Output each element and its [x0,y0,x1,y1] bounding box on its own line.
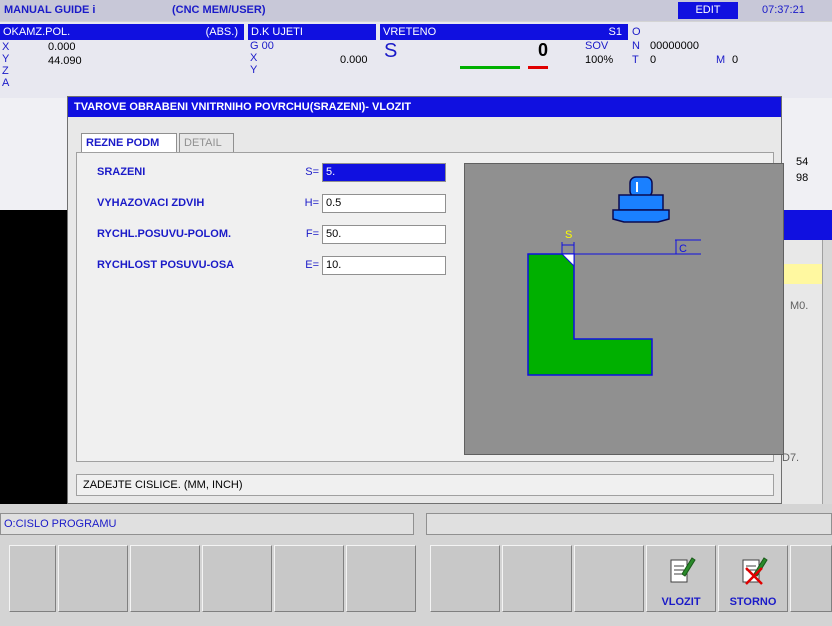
softkey-3[interactable] [130,545,200,612]
t-label: T [632,54,639,66]
left-panel-upper [0,98,67,210]
side-value-1: 54 [796,156,809,168]
program-number-status: O:CISLO PROGRAMU [0,513,414,535]
spindle-title: VRETENO [383,26,437,38]
softkey-6[interactable] [346,545,416,612]
softkey-7[interactable] [430,545,500,612]
distance-x-value: 0.000 [340,54,368,66]
header-bar: MANUAL GUIDE i (CNC MEM/USER) EDIT 07:37… [0,0,832,21]
field-label-escape: VYHAZOVACI ZDVIH [97,197,205,209]
feed-axial-input[interactable]: 10. [322,256,446,275]
x-position-value: 0.000 [48,41,76,53]
cancel-label: STORNO [729,596,777,608]
side-value-2: 98 [796,172,809,184]
insert-softkey[interactable]: VLOZIT [646,545,716,612]
highlight-line [782,264,822,284]
field-label-feed-axial: RYCHLOST POSUVU-OSA [97,259,235,271]
spindle-load-red [528,66,548,69]
right-panel-upper: 54 98 [782,98,832,210]
field-prefix-f: F= [305,228,319,240]
escape-input[interactable]: 0.5 [322,194,446,213]
g-code: G 00 [250,40,274,52]
app-title: MANUAL GUIDE i [4,4,96,16]
n-value: 00000000 [650,40,699,52]
y-position-value: 44.090 [48,55,82,67]
status-secondary [426,513,832,535]
status-area: OKAMZ.POL. (ABS.) X Y Z A 0.000 44.090 D… [0,22,832,98]
softkey-4[interactable] [202,545,272,612]
t-value: 0 [650,54,657,66]
softkey-9[interactable] [574,545,644,612]
m-value: 0 [732,54,739,66]
s-marker: S [565,229,572,241]
memory-path: (CNC MEM/USER) [172,4,266,16]
insert-icon [670,557,696,583]
right-program-panel: M0. D7. [782,240,822,504]
m-label: M [716,54,726,66]
cancel-icon [742,557,768,585]
conditions-panel: SRAZENI S= 5. VYHAZOVACI ZDVIH H= 0.5 RY… [76,152,784,462]
program-m-text: M0. [790,300,809,312]
right-blue-bar [782,210,832,240]
program-d-text: D7. [782,452,800,464]
softkey-1[interactable] [9,545,56,612]
softkey-2[interactable] [58,545,128,612]
softkey-8[interactable] [502,545,572,612]
chamfer-input[interactable]: 5. [322,163,446,182]
o-label: O [632,26,641,38]
chamfer-diagram: S C [527,176,701,376]
axis-a-label: A [2,77,10,89]
spindle-s-label: S [384,40,398,62]
spindle-header: VRETENO S1 [380,24,628,40]
spindle-speed: 0 [538,40,549,60]
field-prefix-h: H= [304,197,319,209]
left-panel-black [0,210,67,504]
tab-cutting-conditions[interactable]: REZNE PODM [81,133,177,153]
spindle-id: S1 [608,26,622,38]
workpiece-shape [527,253,653,376]
sov-label: SOV [585,40,609,52]
field-label-chamfer: SRAZENI [97,166,146,178]
position-title: OKAMZ.POL. [3,26,71,38]
field-prefix-e: E= [305,259,319,271]
cancel-softkey[interactable]: STORNO [718,545,788,612]
position-header: OKAMZ.POL. (ABS.) [0,24,244,40]
softkey-5[interactable] [274,545,344,612]
distance-header: D.K UJETI [248,24,376,40]
abs-label: (ABS.) [205,26,238,38]
axis-z-label: Z [2,65,9,77]
n-label: N [632,40,640,52]
distance-y-label: Y [250,64,258,76]
prompt-message: ZADEJTE CISLICE. (MM, INCH) [76,474,774,496]
tab-detail[interactable]: DETAIL [179,133,234,153]
program-scrollbar[interactable] [822,240,832,504]
field-prefix-s: S= [305,166,319,178]
insert-label: VLOZIT [661,596,701,608]
c-marker: C [679,243,687,255]
clock: 07:37:21 [762,4,805,16]
distance-x-label: X [250,52,258,64]
dialog-title: TVAROVE OBRABENI VNITRNIHO POVRCHU(SRAZE… [68,97,781,117]
shape-dialog: TVAROVE OBRABENI VNITRNIHO POVRCHU(SRAZE… [67,96,784,504]
sov-value: 100% [585,54,614,66]
softkey-12[interactable] [790,545,832,612]
cutting-tool-icon [612,176,670,223]
machining-illustration: S C [464,163,784,455]
axis-x-label: X [2,41,10,53]
mode-indicator: EDIT [678,2,738,19]
feed-radial-input[interactable]: 50. [322,225,446,244]
field-label-feed-radial: RYCHL.POSUVU-POLOM. [97,228,232,240]
spindle-load-bar [460,66,520,69]
axis-y-label: Y [2,53,10,65]
